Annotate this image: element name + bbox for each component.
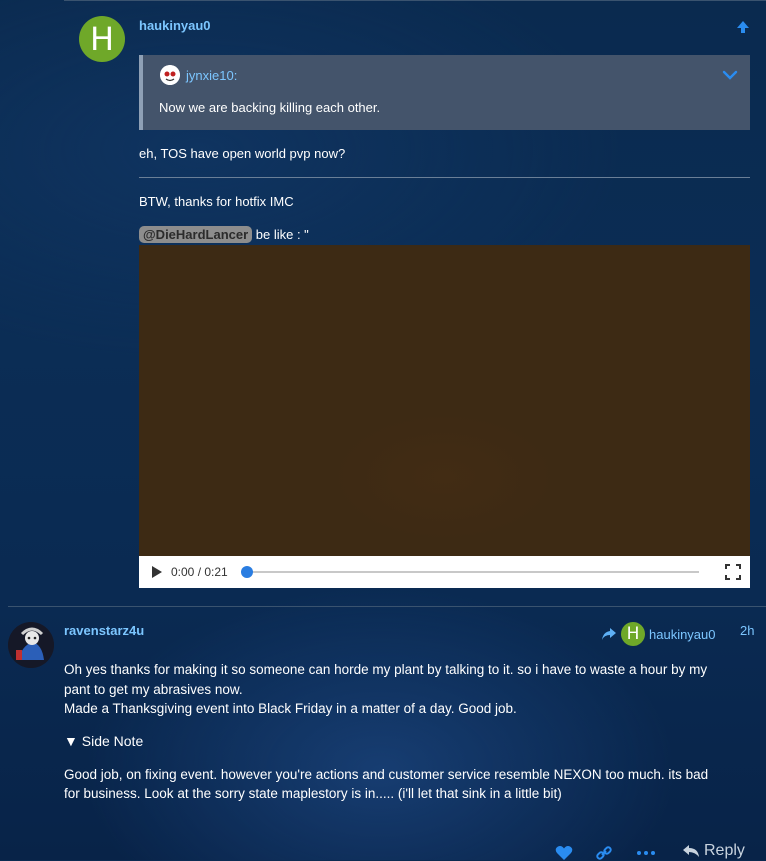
post-text-line: Good job, on fixing event. however you'r…	[64, 767, 709, 782]
post-text-line: pant to get my abrasives now.	[64, 682, 243, 697]
video-controls: 0:00 / 0:21	[139, 556, 750, 588]
reply-icon	[683, 845, 699, 857]
avatar[interactable]	[8, 622, 54, 668]
reply-label: Reply	[704, 842, 745, 859]
video-player[interactable]: 0:00 / 0:21	[139, 245, 750, 588]
play-icon[interactable]	[150, 565, 164, 579]
reply-button[interactable]: Reply	[682, 842, 745, 860]
video-frame[interactable]	[139, 247, 750, 558]
mention-suffix: be like : "	[252, 227, 309, 242]
heart-icon[interactable]	[555, 845, 573, 861]
post-date[interactable]: 2h	[740, 623, 754, 638]
avatar-letter: H	[89, 20, 115, 58]
reply-to-link[interactable]: H haukinyau0	[601, 622, 716, 646]
video-time: 0:00 / 0:21	[171, 565, 228, 579]
ellipsis-icon[interactable]	[636, 850, 656, 856]
avatar-letter: H	[626, 624, 640, 644]
share-arrow-icon	[602, 628, 616, 640]
post-username[interactable]: ravenstarz4u	[64, 623, 144, 638]
post-divider	[8, 606, 766, 607]
mention-line: @DieHardLancer be like : "	[139, 225, 309, 244]
link-icon[interactable]	[596, 845, 612, 861]
quote-avatar-image	[160, 65, 180, 85]
post-text-line: for business. Look at the sorry state ma…	[64, 786, 562, 801]
post-text-line: eh, TOS have open world pvp now?	[139, 146, 346, 161]
reply-to-avatar: H	[621, 622, 645, 646]
avatar-image	[8, 622, 54, 668]
quote-text: Now we are backing killing each other.	[159, 100, 381, 115]
post-text-line: BTW, thanks for hotfix IMC	[139, 194, 294, 209]
quote-username[interactable]: jynxie10:	[186, 68, 237, 83]
quote-avatar[interactable]	[160, 65, 180, 85]
chevron-down-icon[interactable]	[722, 67, 738, 83]
details-summary[interactable]: ▼ Side Note	[64, 733, 143, 749]
mention-link[interactable]: @DieHardLancer	[139, 226, 253, 243]
fullscreen-icon[interactable]	[725, 564, 741, 580]
arrow-up-icon[interactable]	[735, 19, 751, 35]
reply-to-username: haukinyau0	[649, 626, 716, 642]
quote-block: jynxie10: Now we are backing killing eac…	[139, 55, 750, 130]
post-text-line: Oh yes thanks for making it so someone c…	[64, 662, 708, 677]
video-progress-track[interactable]	[247, 571, 699, 573]
avatar[interactable]: H	[79, 16, 125, 62]
post-text-line: Made a Thanksgiving event into Black Fri…	[64, 701, 517, 716]
video-progress-thumb[interactable]	[241, 566, 253, 578]
divider	[139, 177, 750, 178]
post-username[interactable]: haukinyau0	[139, 18, 211, 33]
